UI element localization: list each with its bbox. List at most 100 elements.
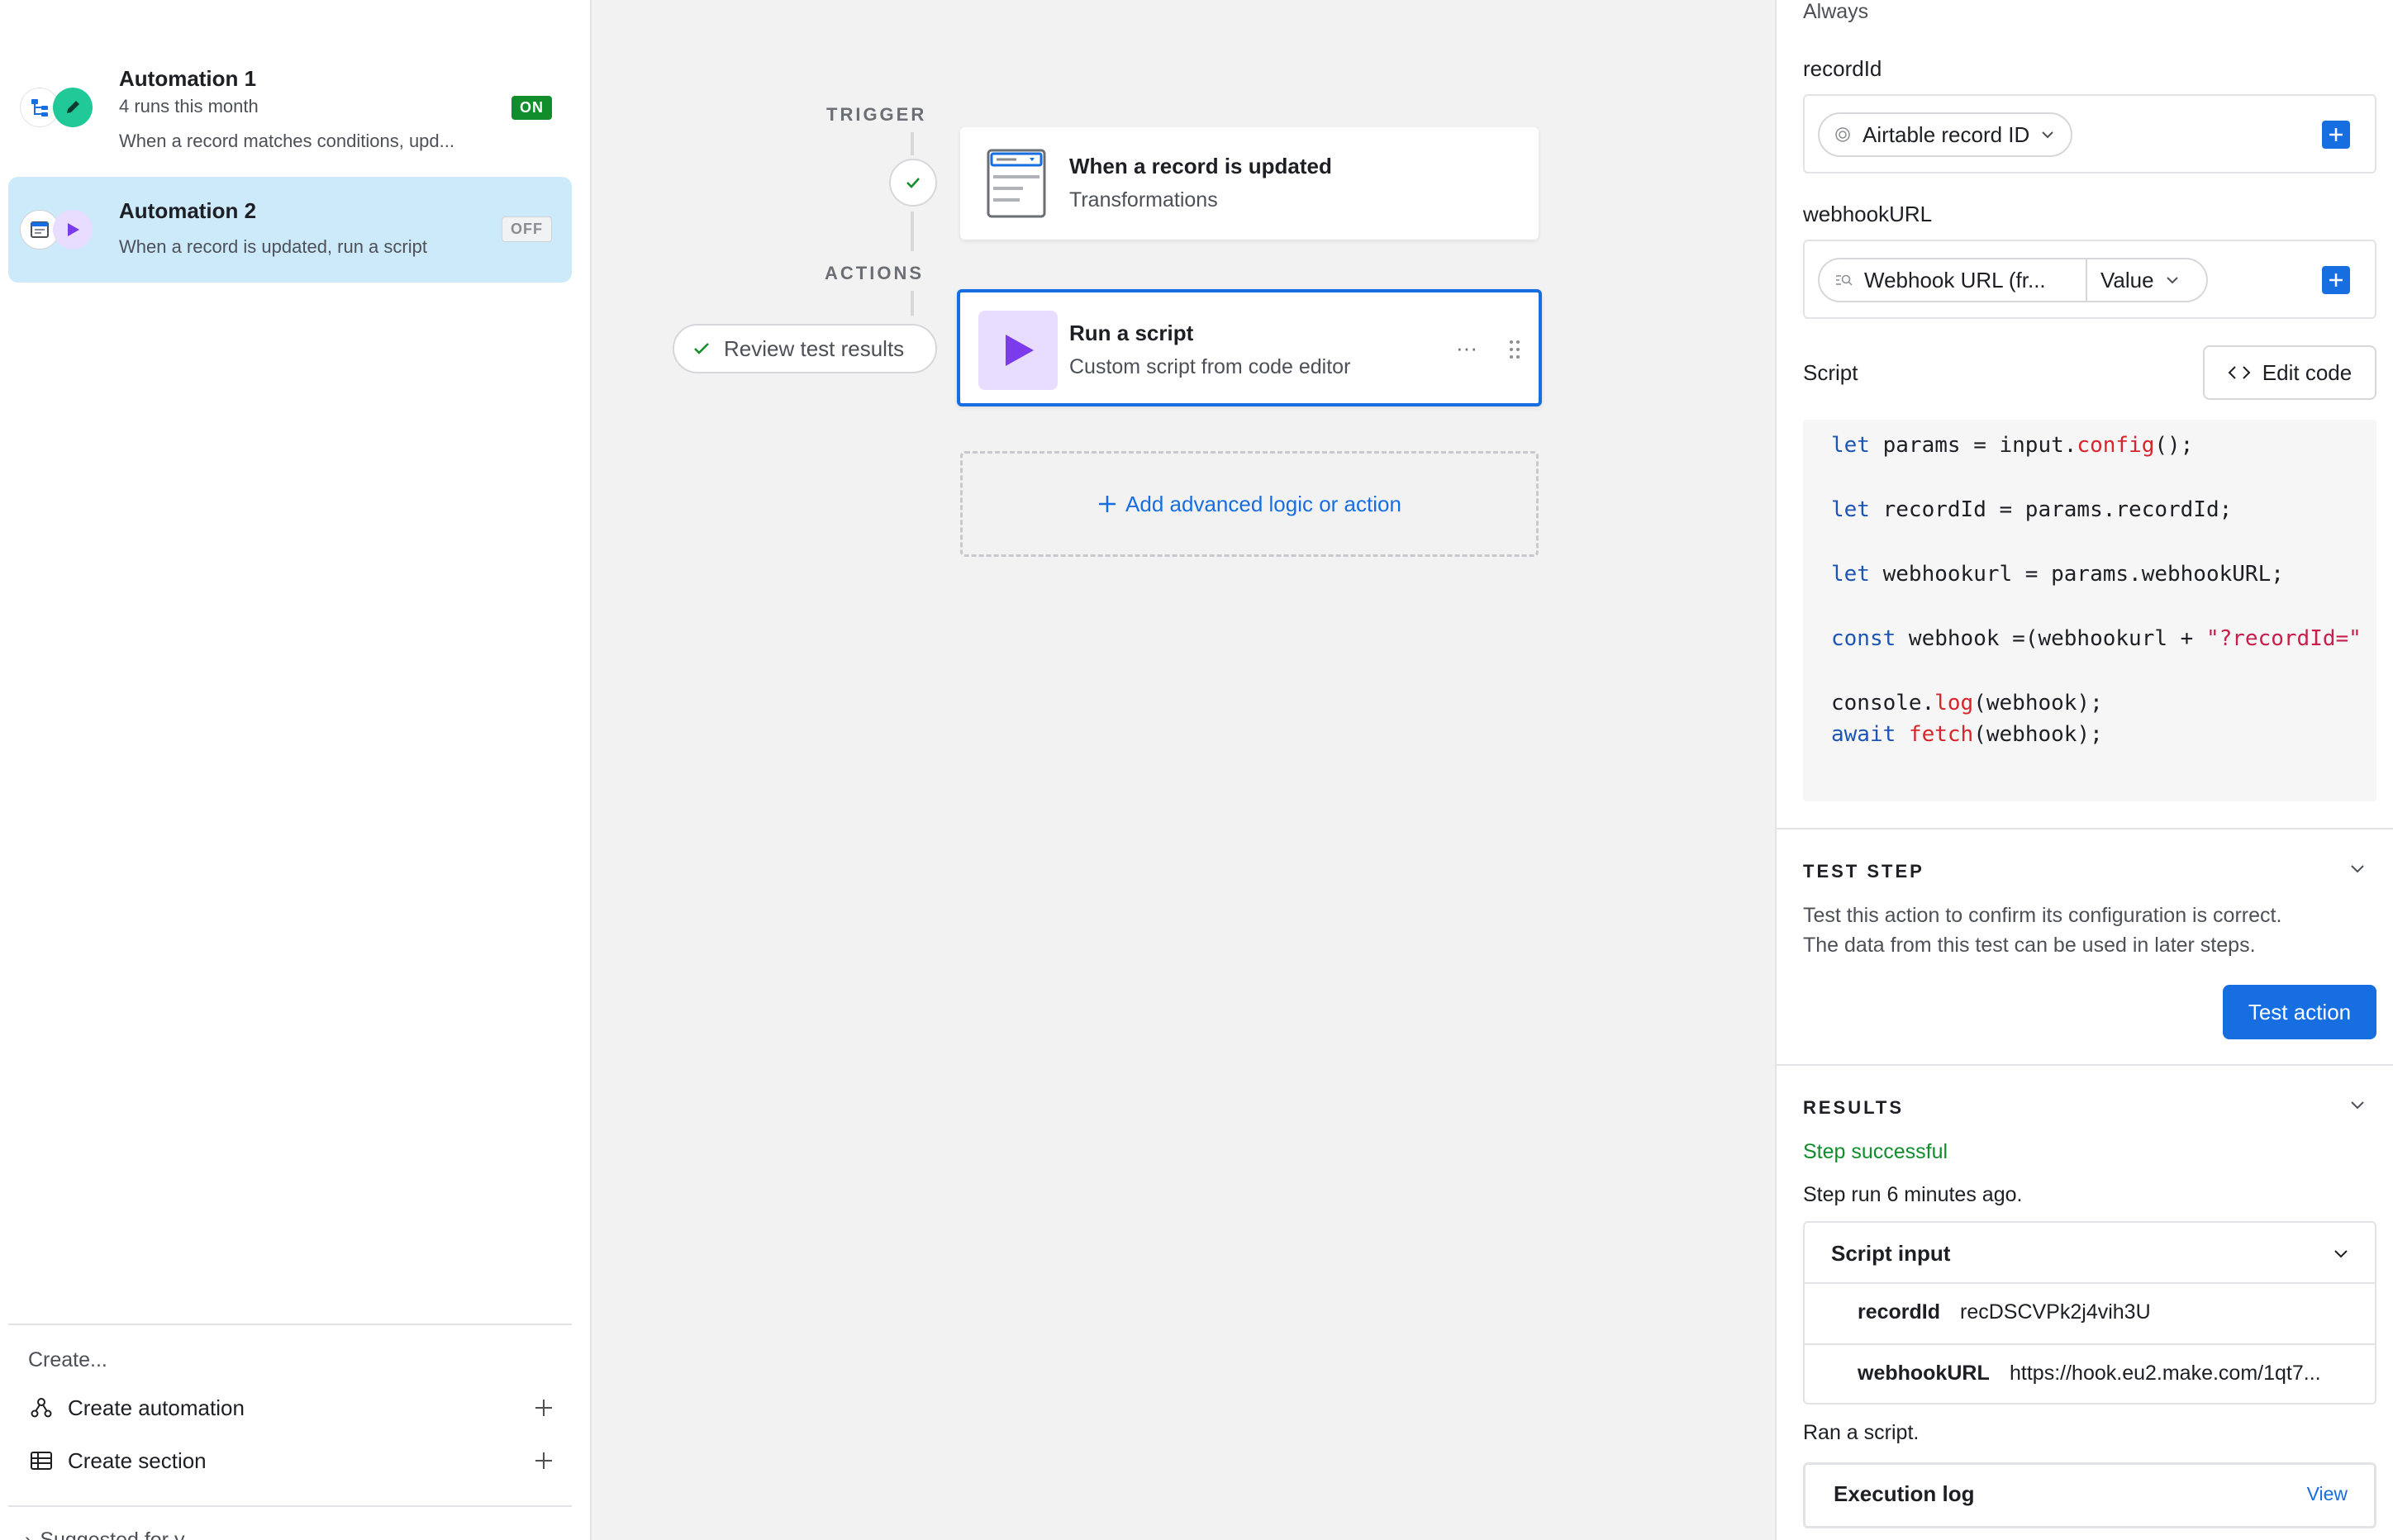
view-log-link[interactable]: View — [2307, 1483, 2348, 1505]
chevron-down-icon[interactable] — [2348, 859, 2367, 882]
lookup-icon — [1836, 274, 1853, 286]
test-step-description-2: The data from this test can be used in l… — [1803, 934, 2256, 957]
script-input-accordion: Script input recordId recDSCVPk2j4vih3U … — [1803, 1221, 2376, 1405]
script-label: Script — [1803, 360, 1858, 385]
create-automation-button[interactable]: Create automation — [28, 1390, 557, 1426]
trigger-subtitle: Transformations — [1069, 188, 1218, 212]
input-key: recordId — [1858, 1300, 1941, 1324]
plus-icon — [1099, 496, 1116, 512]
review-test-results-button[interactable]: Review test results — [673, 324, 937, 373]
code-brackets-icon — [2228, 366, 2251, 379]
pencil-icon — [53, 88, 93, 127]
fingerprint-icon — [1835, 127, 1850, 142]
more-options-icon[interactable]: ··· — [1456, 335, 1477, 361]
check-icon — [906, 178, 920, 188]
chevron-down-icon — [2166, 277, 2178, 284]
chevron-down-icon — [2042, 131, 2054, 139]
automation-1-icons — [20, 88, 102, 127]
create-section-button[interactable]: Create section — [28, 1443, 557, 1479]
automation-2-icons — [20, 210, 102, 250]
add-advanced-logic-button[interactable]: Add advanced logic or action — [960, 451, 1539, 557]
panel-divider — [1777, 1064, 2393, 1066]
test-step-heading: TEST STEP — [1803, 861, 1924, 882]
trigger-status — [889, 159, 937, 207]
recordid-field[interactable]: Airtable record ID — [1803, 94, 2376, 173]
webhook-url-token[interactable]: Webhook URL (fr... Value — [1818, 258, 2208, 302]
step-run-time: Step run 6 minutes ago. — [1803, 1183, 2023, 1206]
check-icon — [694, 343, 709, 354]
code-line-2: let recordId = params.recordId; — [1831, 497, 2233, 522]
run-script-card[interactable]: Run a script Custom script from code edi… — [957, 289, 1542, 406]
code-line-3: let webhookurl = params.webhookURL; — [1831, 562, 2284, 587]
edit-code-label: Edit code — [2262, 359, 2353, 385]
webhookurl-field[interactable]: Webhook URL (fr... Value — [1803, 240, 2376, 319]
script-input-label: Script input — [1831, 1241, 1951, 1266]
results-heading: RESULTS — [1803, 1097, 1905, 1118]
edit-code-button[interactable]: Edit code — [2203, 345, 2376, 400]
create-section-label: Create section — [68, 1447, 207, 1473]
plus-icon — [2329, 273, 2343, 287]
insert-token-button[interactable] — [2322, 121, 2350, 149]
create-automation-label: Create automation — [68, 1395, 245, 1420]
always-text: Always — [1803, 0, 1869, 23]
script-input-header[interactable]: Script input — [1805, 1223, 2375, 1284]
plus-icon — [2329, 128, 2343, 141]
insert-token-button[interactable] — [2322, 266, 2350, 294]
code-line-4: const webhook =(webhookurl + "?recordId=… — [1831, 626, 2362, 651]
airtable-record-id-token[interactable]: Airtable record ID — [1818, 112, 2073, 157]
value-token-label: Value — [2100, 267, 2154, 292]
automation-description: When a record matches conditions, upd... — [119, 131, 454, 151]
execution-log: Execution log View — [1803, 1462, 2376, 1528]
plus-icon[interactable] — [530, 1447, 557, 1474]
plus-icon[interactable] — [530, 1395, 557, 1421]
action-title: Run a script — [1069, 321, 1194, 345]
review-test-results-label: Review test results — [724, 335, 905, 361]
input-key: webhookURL — [1858, 1362, 1990, 1385]
chevron-down-icon — [2334, 1250, 2348, 1258]
connector-line — [911, 132, 914, 155]
recordid-label: recordId — [1803, 56, 1882, 81]
chevron-down-icon[interactable] — [2348, 1096, 2367, 1118]
automation-name: Automation 2 — [119, 198, 257, 223]
automation-name: Automation 1 — [119, 66, 257, 91]
script-code-preview[interactable]: let params = input.config(); let recordI… — [1803, 420, 2376, 801]
status-badge-on: ON — [511, 96, 552, 120]
value-selector[interactable]: Value — [2086, 258, 2181, 302]
add-advanced-logic-label: Add advanced logic or action — [1125, 491, 1401, 516]
play-icon — [53, 210, 93, 250]
automation-nodes-icon — [28, 1395, 55, 1421]
automation-runs: 4 runs this month — [119, 96, 259, 116]
input-row: recordId recDSCVPk2j4vih3U — [1805, 1284, 2375, 1343]
panel-divider — [1777, 828, 2393, 829]
test-action-button[interactable]: Test action — [2223, 985, 2376, 1039]
input-value: https://hook.eu2.make.com/1qt7... — [2010, 1362, 2321, 1385]
sidebar-divider — [8, 1324, 572, 1325]
suggested-for-you-toggle[interactable]: › Suggested for y... — [25, 1528, 200, 1540]
status-badge-off: OFF — [502, 216, 552, 242]
automation-item-2[interactable]: Automation 2 When a record is updated, r… — [8, 177, 572, 283]
create-heading: Create... — [28, 1348, 107, 1371]
trigger-card[interactable]: When a record is updated Transformations — [960, 127, 1539, 240]
trigger-section-label: TRIGGER — [826, 104, 927, 125]
record-id-token-label: Airtable record ID — [1863, 121, 2030, 147]
automations-sidebar: Automation 1 4 runs this month When a re… — [0, 0, 592, 1540]
record-form-icon — [987, 149, 1046, 222]
test-step-description-1: Test this action to confirm its configur… — [1803, 904, 2282, 927]
action-subtitle: Custom script from code editor — [1069, 355, 1351, 378]
automation-item-1[interactable]: Automation 1 4 runs this month When a re… — [8, 53, 572, 159]
execution-log-label: Execution log — [1834, 1481, 1975, 1506]
code-line-6: await fetch(webhook); — [1831, 722, 2103, 747]
webhookurl-label: webhookURL — [1803, 202, 1933, 226]
connector-line — [911, 212, 914, 251]
ran-script-text: Ran a script. — [1803, 1421, 1920, 1444]
drag-handle-icon[interactable] — [1509, 339, 1520, 364]
step-status: Step successful — [1803, 1140, 1948, 1163]
actions-section-label: ACTIONS — [825, 263, 924, 283]
table-icon — [28, 1447, 55, 1474]
input-row: webhookURL https://hook.eu2.make.com/1qt… — [1805, 1343, 2375, 1403]
trigger-title: When a record is updated — [1069, 154, 1332, 178]
play-icon — [978, 311, 1058, 390]
connector-line — [911, 291, 914, 316]
input-value: recDSCVPk2j4vih3U — [1960, 1300, 2151, 1324]
automation-description: When a record is updated, run a script — [119, 236, 427, 257]
